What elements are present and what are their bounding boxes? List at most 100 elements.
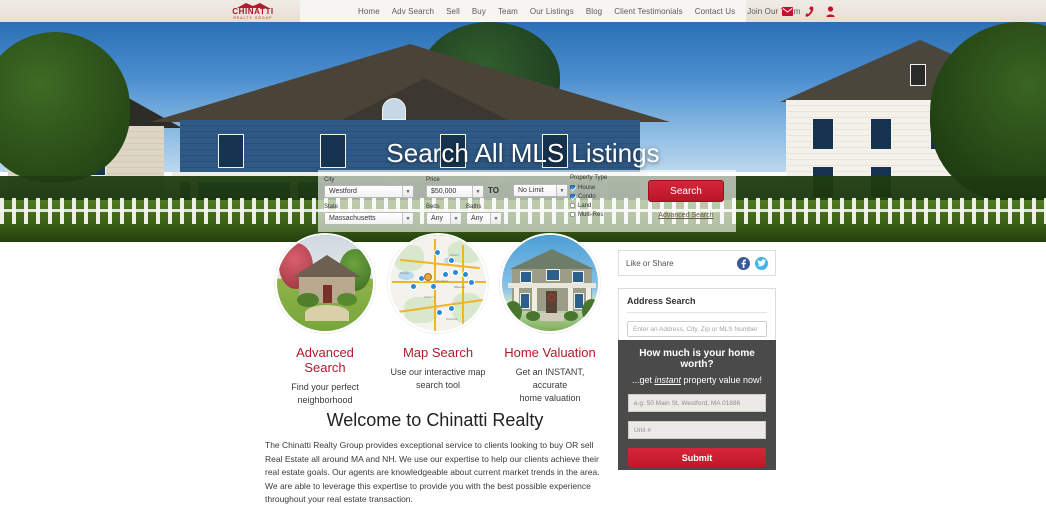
price-max-select[interactable]: No Limit ▼: [513, 184, 568, 197]
checkbox-multi-res[interactable]: [570, 212, 575, 217]
feature-desc-line2: neighborhood: [297, 395, 353, 405]
nav-item-contact-us[interactable]: Contact Us: [695, 7, 736, 16]
state-field-group: State Massachusetts ▼: [324, 203, 414, 225]
nav-item-client-testimonials[interactable]: Client Testimonials: [614, 7, 682, 16]
price-range-to-label: TO: [488, 186, 499, 195]
feature-desc-advanced-search: Find your perfect neighborhood: [275, 381, 375, 407]
feature-desc-line2: home valuation: [519, 393, 581, 403]
chevron-down-icon: ▼: [472, 186, 483, 197]
price-max-field-group: No Limit ▼: [513, 184, 568, 197]
feature-desc-map-search: Use our interactive map search tool: [388, 366, 488, 392]
home-value-title: How much is your home worth?: [639, 348, 755, 370]
chevron-down-icon: ▼: [556, 185, 567, 196]
social-icon-group: [737, 256, 768, 270]
beds-field-group: Beds Any ▼: [426, 203, 462, 225]
city-field-group: City Westford ▼: [324, 176, 414, 198]
home-value-sub-prefix: ...get: [631, 375, 655, 385]
state-select[interactable]: Massachusetts ▼: [324, 212, 414, 225]
user-icon[interactable]: [826, 5, 835, 17]
welcome-heading: Welcome to Chinatti Realty: [326, 410, 544, 430]
property-type-option-multi-res[interactable]: Multi-Res: [570, 210, 640, 219]
property-type-option-condo[interactable]: Condo: [570, 192, 640, 201]
address-search-title: Address Search: [627, 296, 767, 313]
mls-search-form: City Westford ▼ State Massachusetts ▼ Pr…: [318, 170, 736, 232]
like-or-share-label: Like or Share: [626, 258, 674, 268]
nav-item-adv-search[interactable]: Adv Search: [392, 7, 434, 16]
chevron-down-icon: ▼: [402, 186, 413, 197]
chevron-down-icon: ▼: [402, 213, 413, 224]
address-search-input[interactable]: Enter an Address, City, Zip or MLS Numbe…: [627, 321, 767, 337]
welcome-section: Welcome to Chinatti Realty The Chinatti …: [265, 410, 605, 507]
nav-item-blog[interactable]: Blog: [586, 7, 602, 16]
search-button[interactable]: Search: [648, 180, 724, 202]
price-min-field-group: Price $50,000 ▼: [426, 176, 484, 198]
envelope-icon[interactable]: [782, 6, 793, 16]
logo-roof-icon: [236, 2, 270, 9]
advanced-search-link[interactable]: Advanced Search: [648, 212, 724, 219]
nav-item-buy[interactable]: Buy: [472, 7, 486, 16]
home-value-address-input[interactable]: e.g. 50 Main St, Westford, MA 01886: [628, 394, 766, 412]
label-house: House: [578, 184, 596, 191]
feature-desc-line1: Get an INSTANT, accurate: [515, 367, 585, 390]
price-max-value: No Limit: [518, 187, 544, 194]
nav-item-our-listings[interactable]: Our Listings: [530, 7, 574, 16]
feature-home-valuation[interactable]: Home Valuation Get an INSTANT, accurate …: [500, 233, 600, 405]
nav-item-sell[interactable]: Sell: [446, 7, 460, 16]
property-type-option-land[interactable]: Land: [570, 201, 640, 210]
like-or-share-card: Like or Share: [618, 250, 776, 276]
map-search-thumbnail[interactable]: Dracut Westford Billerica Groton Littlet…: [388, 233, 488, 333]
address-search-card: Address Search Enter an Address, City, Z…: [618, 288, 776, 347]
price-min-select[interactable]: $50,000 ▼: [426, 185, 484, 198]
label-multi-res: Multi-Res: [578, 211, 604, 218]
beds-value: Any: [431, 215, 444, 222]
header-icon-group: [782, 0, 835, 22]
property-type-group: Property Type House Condo Land Multi-Res: [570, 175, 640, 219]
hero-title: Search All MLS Listings: [386, 138, 660, 168]
twitter-icon[interactable]: [755, 256, 768, 270]
baths-label: Baths: [466, 204, 482, 210]
phone-icon[interactable]: [805, 6, 814, 17]
home-valuation-thumbnail[interactable]: [500, 233, 600, 333]
price-label: Price: [426, 177, 440, 183]
feature-desc-line1: Find your perfect: [291, 382, 359, 392]
label-land: Land: [578, 202, 592, 209]
checkbox-land[interactable]: [570, 203, 575, 208]
advanced-search-thumbnail[interactable]: [275, 233, 375, 333]
baths-select[interactable]: Any ▼: [466, 212, 502, 225]
checkbox-house[interactable]: [570, 185, 575, 190]
chevron-down-icon: ▼: [450, 213, 461, 224]
label-condo: Condo: [578, 193, 596, 200]
home-value-widget: How much is your home worth? ...get inst…: [618, 340, 776, 470]
nav-item-team[interactable]: Team: [498, 7, 518, 16]
baths-value: Any: [471, 215, 484, 222]
site-logo[interactable]: CHINATTI REALTY GROUP: [222, 0, 284, 22]
beds-select[interactable]: Any ▼: [426, 212, 462, 225]
property-type-option-house[interactable]: House: [570, 183, 640, 192]
site-header: CHINATTI REALTY GROUP Home Adv Search Se…: [0, 0, 1046, 22]
hero-banner: Search All MLS Listings City Westford ▼ …: [0, 22, 1046, 242]
feature-map-search[interactable]: Dracut Westford Billerica Groton Littlet…: [388, 233, 488, 392]
feature-advanced-search[interactable]: Advanced Search Find your perfect neighb…: [275, 233, 375, 407]
checkbox-condo[interactable]: [570, 194, 575, 199]
home-value-unit-input[interactable]: Unit #: [628, 421, 766, 439]
state-label: State: [324, 204, 339, 210]
baths-field-group: Baths Any ▼: [466, 203, 502, 225]
beds-label: Beds: [426, 204, 440, 210]
logo-wordmark: CHINATTI: [232, 7, 274, 16]
feature-title-advanced-search[interactable]: Advanced Search: [275, 345, 375, 375]
city-select[interactable]: Westford ▼: [324, 185, 414, 198]
feature-desc-line1: Use our interactive map: [390, 367, 486, 377]
state-value: Massachusetts: [329, 215, 376, 222]
nav-item-home[interactable]: Home: [358, 7, 380, 16]
home-value-sub-emphasis: instant: [654, 375, 681, 385]
feature-title-map-search[interactable]: Map Search: [388, 345, 488, 360]
price-min-value: $50,000: [431, 188, 457, 195]
feature-title-home-valuation[interactable]: Home Valuation: [500, 345, 600, 360]
welcome-body: The Chinatti Realty Group provides excep…: [265, 440, 600, 504]
home-value-submit-button[interactable]: Submit: [628, 448, 766, 467]
logo-tagline: REALTY GROUP: [233, 16, 273, 20]
city-label: City: [324, 177, 335, 183]
city-value: Westford: [329, 188, 357, 195]
facebook-icon[interactable]: [737, 256, 750, 270]
home-value-subtitle: ...get instant property value now!: [628, 375, 766, 385]
